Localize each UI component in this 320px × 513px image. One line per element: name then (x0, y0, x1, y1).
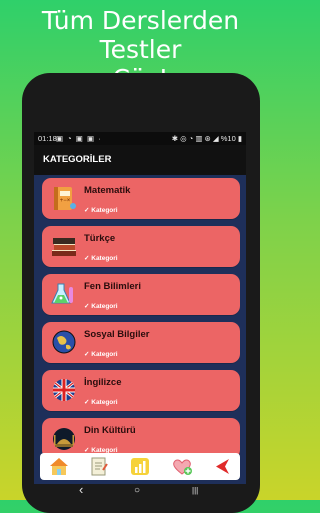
recents-button[interactable]: ||| (192, 484, 198, 498)
category-subtitle: ✓ Kategori (84, 207, 118, 214)
svg-text:+−×: +−× (60, 198, 71, 204)
category-title: Fen Bilimleri (84, 281, 142, 292)
bottom-navigation (40, 453, 240, 480)
app-screen: 01:18 ▣ ◔ ▣ ▣ · ✱ ◎ ◔ ▥ ⊛ ◢ %10 ▮ KATEGO… (34, 132, 246, 484)
category-title: İngilizce (84, 377, 122, 388)
category-card-turkce[interactable]: Türkçe ✓ Kategori (42, 226, 240, 267)
page-title: KATEGORİLER (43, 154, 112, 165)
books-icon (49, 233, 79, 260)
status-system-icons: ✱ ◎ ◔ ▥ ⊛ ◢ %10 ▮ (171, 134, 242, 143)
flask-icon (49, 281, 79, 308)
home-icon[interactable] (48, 456, 70, 477)
back-button[interactable]: ‹ (79, 483, 83, 497)
system-navigation-bar: ‹ ○ ||| (34, 483, 246, 500)
category-subtitle: ✓ Kategori (84, 351, 118, 358)
category-subtitle: ✓ Kategori (84, 255, 118, 262)
app-bar: KATEGORİLER (34, 145, 246, 175)
promo-line-1: Tüm Derslerden Testler (41, 6, 240, 64)
category-title: Din Kültürü (84, 425, 136, 436)
category-card-matematik[interactable]: +−× Matematik ✓ Kategori (42, 178, 240, 219)
math-book-icon: +−× (49, 185, 79, 212)
globe-icon (49, 329, 79, 356)
home-button[interactable]: ○ (134, 484, 140, 498)
document-icon[interactable] (88, 456, 110, 477)
heart-plus-icon[interactable] (171, 456, 193, 477)
status-bar: 01:18 ▣ ◔ ▣ ▣ · ✱ ◎ ◔ ▥ ⊛ ◢ %10 ▮ (34, 132, 246, 145)
category-title: Türkçe (84, 233, 116, 244)
category-card-fen-bilimleri[interactable]: Fen Bilimleri ✓ Kategori (42, 274, 240, 315)
chart-icon[interactable] (129, 456, 151, 477)
category-card-ingilizce[interactable]: İngilizce ✓ Kategori (42, 370, 240, 411)
category-card-sosyal-bilgiler[interactable]: Sosyal Bilgiler ✓ Kategori (42, 322, 240, 363)
status-time: 01:18 (38, 134, 57, 143)
status-notification-icons: ▣ ◔ ▣ ▣ · (56, 134, 102, 143)
category-title: Matematik (84, 185, 131, 196)
category-title: Sosyal Bilgiler (84, 329, 150, 340)
uk-flag-icon (49, 377, 79, 404)
mosque-icon (49, 425, 79, 452)
category-subtitle: ✓ Kategori (84, 303, 118, 310)
category-subtitle: ✓ Kategori (84, 399, 118, 406)
share-arrow-icon[interactable] (210, 456, 232, 477)
